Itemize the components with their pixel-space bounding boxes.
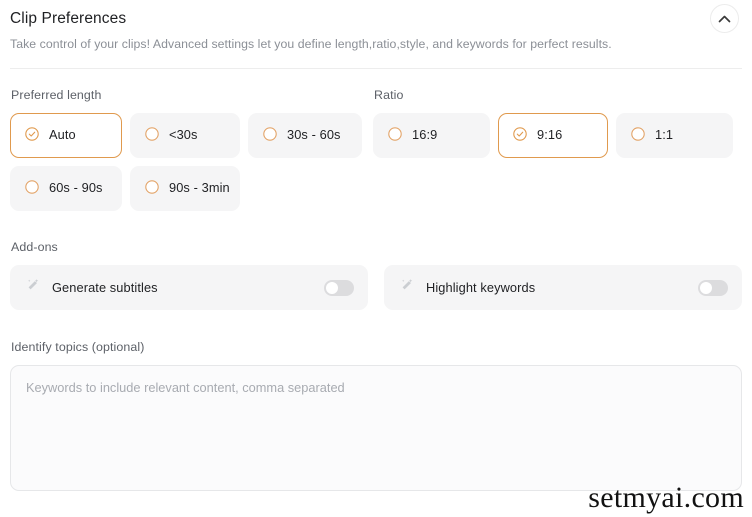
identify-topics-label: Identify topics (optional) [11,340,145,354]
chevron-up-icon [718,15,731,23]
panel-subtitle: Take control of your clips! Advanced set… [10,37,612,51]
addons-label: Add-ons [11,240,58,254]
length-option-label: Auto [49,127,76,143]
radio-unchecked-icon [145,180,159,197]
addons-grid: Generate subtitles Highlight keywords [10,265,742,310]
preferred-length-section: Preferred length Auto <30s 30s - 60s 60s… [10,87,373,211]
ratio-option-9-16[interactable]: 9:16 [498,113,609,158]
ratio-option-16-9[interactable]: 16:9 [373,113,491,158]
length-option-label: 90s - 3min [169,180,230,196]
length-option-90s-3min[interactable]: 90s - 3min [130,166,240,211]
ratio-option-label: 16:9 [412,127,438,143]
length-option-auto[interactable]: Auto [10,113,122,158]
length-option-under-30s[interactable]: <30s [130,113,240,158]
ratio-row: 16:9 9:16 1:1 [373,113,742,158]
radio-unchecked-icon [263,127,277,144]
highlight-keywords-toggle[interactable] [698,279,728,296]
length-option-label: <30s [169,127,198,143]
ratio-option-label: 1:1 [655,127,674,143]
ratio-label: Ratio [374,88,404,102]
addons-section: Add-ons Generate subtitles Highlight key… [10,239,742,310]
addon-label: Generate subtitles [52,280,158,295]
preferred-length-label: Preferred length [11,88,102,102]
magic-wand-icon [26,278,40,297]
addon-label: Highlight keywords [426,280,536,295]
panel-header: Clip Preferences Take control of your cl… [10,0,742,52]
options-columns: Preferred length Auto <30s 30s - 60s 60s… [10,87,742,211]
ratio-option-1-1[interactable]: 1:1 [616,113,734,158]
radio-unchecked-icon [25,180,39,197]
length-option-60s-90s[interactable]: 60s - 90s [10,166,122,211]
addon-highlight-keywords[interactable]: Highlight keywords [384,265,742,310]
radio-unchecked-icon [145,127,159,144]
preferred-length-row-1: Auto <30s 30s - 60s [10,113,373,158]
length-option-label: 30s - 60s [287,127,341,143]
toggle-knob [326,281,338,294]
radio-unchecked-icon [388,127,402,144]
identify-topics-section: Identify topics (optional) [10,340,742,496]
length-option-30s-60s[interactable]: 30s - 60s [248,113,362,158]
page-title: Clip Preferences [10,10,127,27]
preferred-length-row-2: 60s - 90s 90s - 3min [10,166,373,211]
collapse-panel-button[interactable] [710,4,739,33]
toggle-knob [700,281,712,294]
addon-generate-subtitles[interactable]: Generate subtitles [10,265,368,310]
radio-unchecked-icon [631,127,645,144]
ratio-section: Ratio 16:9 9:16 1:1 [373,87,742,211]
identify-topics-input[interactable] [10,365,742,491]
clip-preferences-panel: Clip Preferences Take control of your cl… [0,0,752,517]
radio-checked-icon [513,127,527,144]
magic-wand-icon [400,278,414,297]
radio-checked-icon [25,127,39,144]
generate-subtitles-toggle[interactable] [324,279,354,296]
ratio-option-label: 9:16 [537,127,563,143]
header-divider [10,68,742,69]
length-option-label: 60s - 90s [49,180,103,196]
